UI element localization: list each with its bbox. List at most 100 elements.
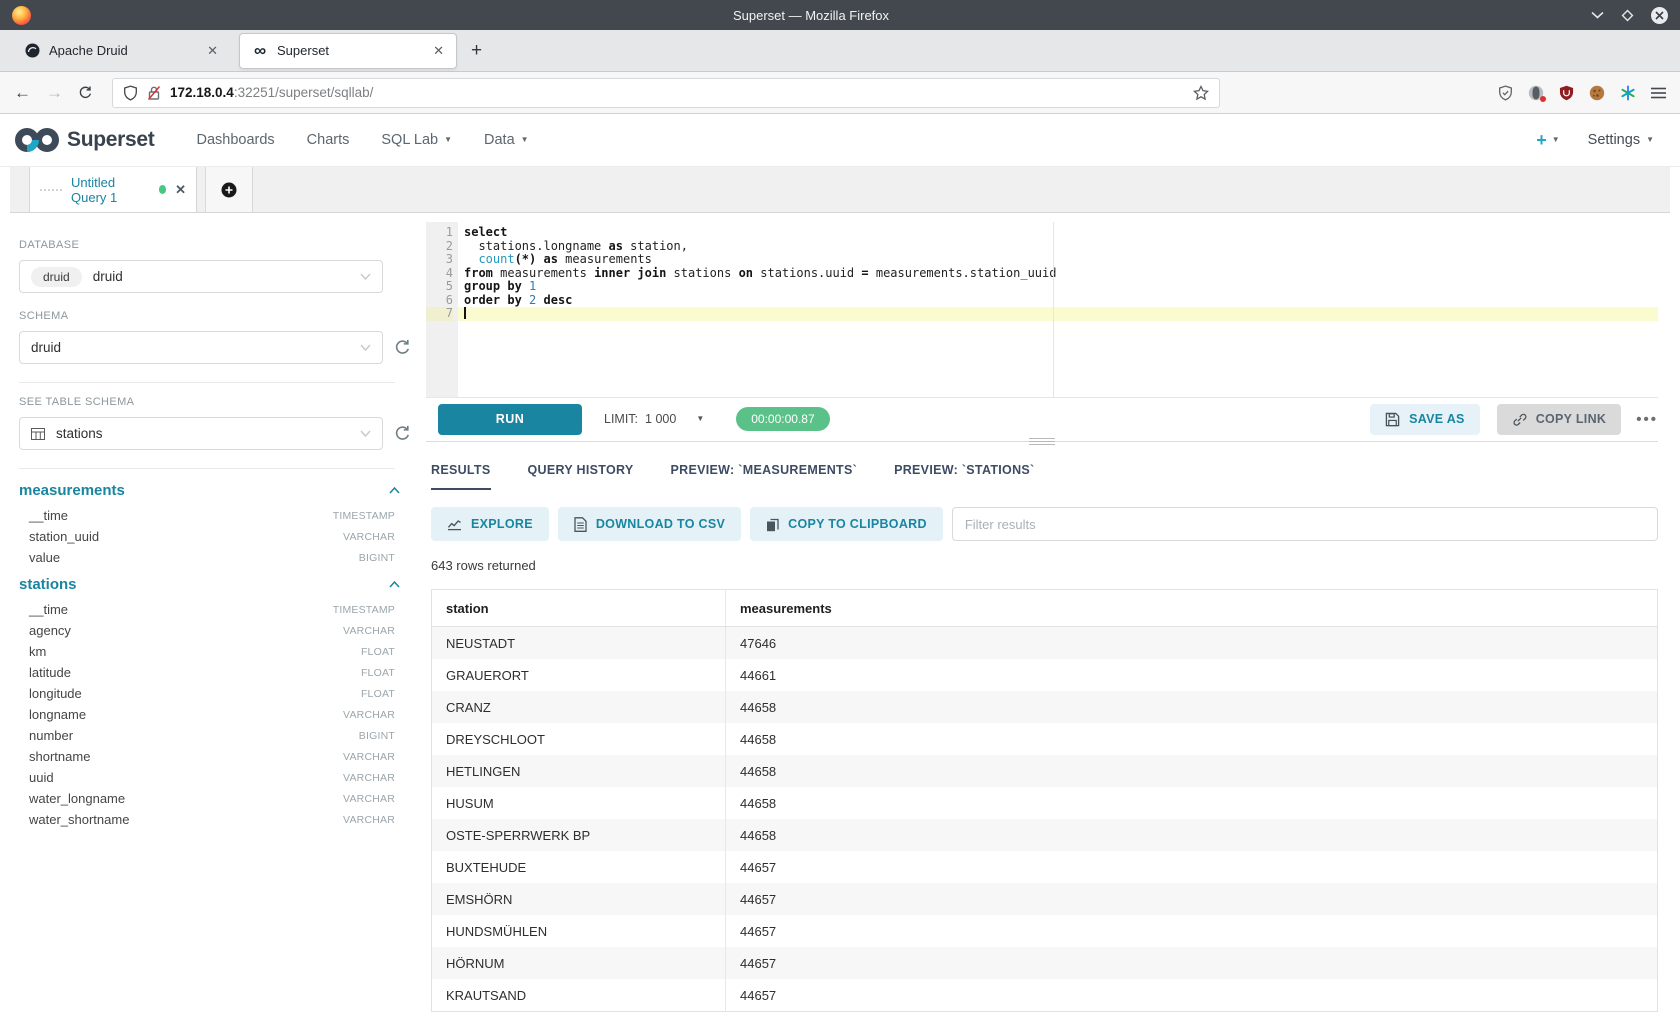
tab-results[interactable]: RESULTS <box>431 452 491 490</box>
table-row: HÖRNUM44657 <box>432 947 1658 979</box>
add-query-tab-button[interactable] <box>205 167 253 212</box>
forward-button[interactable]: → <box>46 83 63 103</box>
sql-lab-main: DATABASE druid druid SCHEMA druid <box>0 213 1680 1012</box>
editor-toolbar: RUN LIMIT: 1 000 ▼ 00:00:00.87 SAVE AS <box>426 397 1658 441</box>
cookie-extension-icon[interactable] <box>1589 85 1605 101</box>
window-maximize-icon[interactable] <box>1621 9 1634 22</box>
tracking-shield-icon[interactable] <box>123 85 138 101</box>
pane-splitter[interactable] <box>426 441 1658 450</box>
tab-preview-stations[interactable]: PREVIEW: `STATIONS` <box>894 452 1034 490</box>
table-row: NEUSTADT47646 <box>432 627 1658 660</box>
schema-table-header[interactable]: measurements <box>19 482 400 499</box>
window-controls <box>1591 7 1668 24</box>
add-new-button[interactable]: +▼ <box>1536 130 1559 151</box>
copy-clipboard-button[interactable]: COPY TO CLIPBOARD <box>750 507 943 541</box>
editor-gutter: 1234567 <box>426 222 458 397</box>
insecure-lock-icon[interactable] <box>147 85 161 101</box>
save-icon <box>1385 412 1400 427</box>
schema-column-row: longitude FLOAT <box>19 683 395 704</box>
drag-handle-icon[interactable] <box>40 189 62 191</box>
window-close-icon[interactable] <box>1651 7 1668 24</box>
chevron-up-icon[interactable] <box>389 487 400 494</box>
new-tab-button[interactable]: + <box>471 40 482 62</box>
table-schema-select[interactable]: stations <box>19 417 383 450</box>
nav-item-dashboards[interactable]: Dashboards <box>180 132 290 148</box>
nav-item-charts[interactable]: Charts <box>291 132 366 148</box>
query-timer-badge: 00:00:00.87 <box>736 407 829 431</box>
ublock-extension-icon[interactable] <box>1559 85 1574 101</box>
tab-preview-measurements[interactable]: PREVIEW: `MEASUREMENTS` <box>671 452 858 490</box>
bookmark-star-icon[interactable] <box>1193 85 1209 101</box>
browser-tabstrip: Apache Druid ✕ ∞ Superset ✕ + <box>0 30 1680 72</box>
chart-icon <box>447 518 462 531</box>
database-select[interactable]: druid druid <box>19 260 383 293</box>
nav-item-sql-lab[interactable]: SQL Lab▼ <box>365 132 468 148</box>
tab-close-icon[interactable]: ✕ <box>433 43 444 59</box>
brand-name: Superset <box>67 128 154 152</box>
nav-items: Dashboards Charts SQL Lab▼ Data▼ <box>180 132 544 148</box>
database-label: DATABASE <box>19 239 426 251</box>
chevron-down-icon: ▼ <box>444 136 452 144</box>
tab-query-history[interactable]: QUERY HISTORY <box>528 452 634 490</box>
limit-dropdown[interactable]: LIMIT: 1 000 ▼ <box>604 412 704 426</box>
explore-button[interactable]: EXPLORE <box>431 507 549 541</box>
splitter-grip-icon[interactable] <box>1029 438 1055 445</box>
browser-tab-label: Apache Druid <box>49 43 128 58</box>
schema-column-row: water_shortname VARCHAR <box>19 809 395 830</box>
table-row: KRAUTSAND44657 <box>432 979 1658 1012</box>
refresh-table-icon[interactable] <box>394 425 411 442</box>
browser-tab-apache-druid[interactable]: Apache Druid ✕ <box>12 33 230 69</box>
sql-editor[interactable]: 1234567 select stations.longname as stat… <box>426 222 1658 397</box>
query-tab[interactable]: Untitled Query 1 ✕ <box>29 167 197 212</box>
chevron-down-icon: ▼ <box>521 136 529 144</box>
more-actions-button[interactable]: ••• <box>1636 411 1658 428</box>
chevron-down-icon <box>360 430 371 437</box>
privacy-shield-extension-icon[interactable] <box>1498 85 1513 101</box>
table-row: HUNDSMÜHLEN44657 <box>432 915 1658 947</box>
see-table-schema-label: SEE TABLE SCHEMA <box>19 396 426 408</box>
nav-item-data[interactable]: Data▼ <box>468 132 545 148</box>
print-margin-line <box>1053 222 1054 397</box>
table-icon <box>31 428 45 440</box>
column-header-measurements[interactable]: measurements <box>726 590 1658 627</box>
settings-menu[interactable]: Settings▼ <box>1588 132 1654 148</box>
table-row: DREYSCHLOOT44658 <box>432 723 1658 755</box>
download-csv-button[interactable]: DOWNLOAD TO CSV <box>558 507 741 541</box>
chevron-down-icon: ▼ <box>1552 136 1560 144</box>
window-minimize-icon[interactable] <box>1591 11 1604 19</box>
tab-close-icon[interactable]: ✕ <box>207 43 218 59</box>
copy-link-button[interactable]: COPY LINK <box>1497 404 1622 435</box>
chevron-up-icon[interactable] <box>389 581 400 588</box>
superset-brand[interactable]: Superset <box>14 125 154 155</box>
save-as-button[interactable]: SAVE AS <box>1370 404 1480 435</box>
table-row: EMSHÖRN44657 <box>432 883 1658 915</box>
plus-circle-icon <box>221 182 237 198</box>
back-button[interactable]: ← <box>14 83 31 103</box>
results-tabs: RESULTS QUERY HISTORY PREVIEW: `MEASUREM… <box>426 452 1658 490</box>
refresh-schema-icon[interactable] <box>394 339 411 356</box>
editor-code[interactable]: select stations.longname as station, cou… <box>458 222 1658 397</box>
browser-tab-superset[interactable]: ∞ Superset ✕ <box>239 33 457 69</box>
query-tab-close-icon[interactable]: ✕ <box>175 182 186 198</box>
url-bar[interactable]: 172.18.0.4:32251/superset/sqllab/ <box>112 78 1220 108</box>
column-header-station[interactable]: station <box>432 590 726 627</box>
schema-columns: __time TIMESTAMP station_uuid VARCHAR va… <box>19 505 426 568</box>
run-button[interactable]: RUN <box>438 404 582 435</box>
schema-select[interactable]: druid <box>19 331 383 364</box>
containers-extension-icon[interactable] <box>1528 85 1544 101</box>
snowflake-extension-icon[interactable] <box>1620 85 1636 101</box>
firefox-window: Superset — Mozilla Firefox Apache Druid … <box>0 0 1680 1012</box>
schema-column-row: value BIGINT <box>19 547 395 568</box>
sidebar: DATABASE druid druid SCHEMA druid <box>0 213 426 1012</box>
clipboard-icon <box>766 517 779 532</box>
filter-results-input[interactable] <box>952 507 1658 541</box>
reload-icon[interactable] <box>78 85 93 100</box>
browser-toolbar: ← → 172.18.0.4:32251/superset/sqllab/ <box>0 72 1680 114</box>
schema-column-row: uuid VARCHAR <box>19 767 395 788</box>
divider <box>19 382 395 383</box>
menu-hamburger-icon[interactable] <box>1651 87 1666 99</box>
schema-table-header[interactable]: stations <box>19 576 400 593</box>
workspace: 1234567 select stations.longname as stat… <box>426 213 1680 1012</box>
status-dot <box>159 185 167 194</box>
table-row: BUXTEHUDE44657 <box>432 851 1658 883</box>
